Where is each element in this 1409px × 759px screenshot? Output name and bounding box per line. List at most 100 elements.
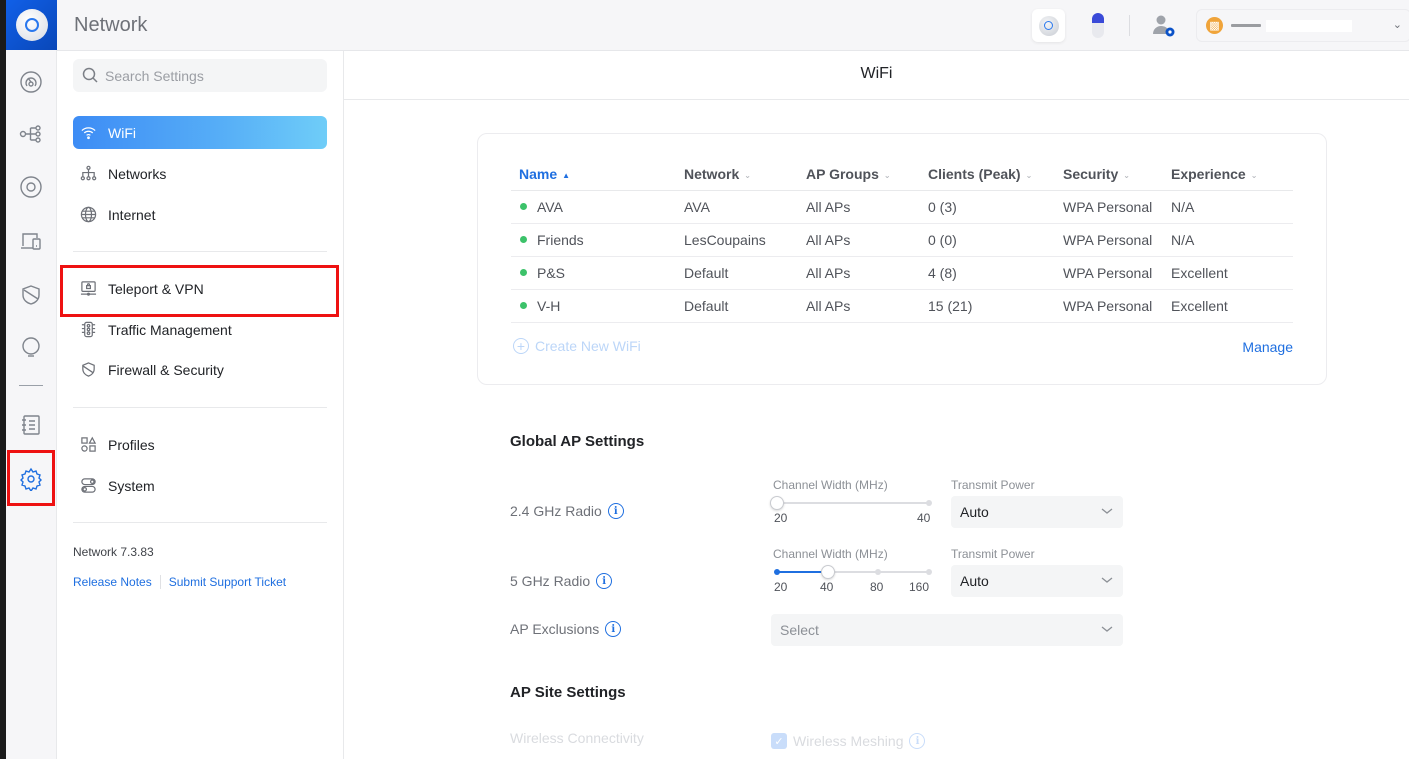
column-header-experience[interactable]: Experience ⌄ (1171, 158, 1293, 191)
shield-icon (79, 361, 97, 379)
bulb-icon[interactable] (18, 335, 44, 361)
camera-icon[interactable] (1092, 13, 1104, 38)
sidebar-item-label: System (108, 477, 155, 494)
sidebar-item-traffic-management[interactable]: Traffic Management (73, 313, 327, 346)
status-dot (520, 269, 527, 277)
slider-tick-label: 40 (917, 511, 931, 525)
wireless-meshing-checkbox[interactable]: ✓ Wireless Meshing i (771, 733, 926, 749)
radio-5-label: 5 GHz Radio i (510, 573, 613, 589)
sidebar-item-label: Traffic Management (108, 321, 232, 338)
globe-icon: ▩ (1206, 17, 1223, 34)
footer-links: Release Notes Submit Support Ticket (73, 575, 286, 589)
settings-sidebar: WiFi Networks Internet Teleport & VPN Tr… (57, 51, 344, 759)
global-ap-settings-heading: Global AP Settings (510, 433, 645, 450)
sidebar-divider (73, 251, 327, 252)
wifi-ap-groups: All APs (806, 223, 928, 257)
sidebar-item-system[interactable]: System (73, 469, 327, 502)
slider-tick-label: 20 (774, 511, 788, 525)
chevron-down-icon (1101, 573, 1113, 583)
table-row[interactable]: P&S Default All APs 4 (8) WPA Personal E… (511, 256, 1293, 290)
slider-thumb[interactable] (820, 565, 835, 579)
manage-link[interactable]: Manage (1242, 339, 1293, 355)
table-row[interactable]: AVA AVA All APs 0 (3) WPA Personal N/A (511, 190, 1293, 224)
globe-icon (79, 206, 97, 224)
channel-width-label-5: Channel Width (MHz) (773, 547, 888, 561)
rail-divider (19, 385, 43, 386)
table-row[interactable]: Friends LesCoupains All APs 0 (0) WPA Pe… (511, 223, 1293, 257)
sidebar-item-label: Profiles (108, 436, 155, 453)
chevron-down-icon: ⌄ (1250, 170, 1258, 180)
search-field[interactable] (73, 59, 327, 92)
wifi-network: AVA (684, 190, 806, 224)
create-new-wifi-label: Create New WiFi (535, 338, 641, 354)
page-title: WiFi (860, 65, 893, 82)
networks-icon (79, 165, 97, 183)
notebook-icon[interactable] (18, 412, 44, 438)
sidebar-item-networks[interactable]: Networks (73, 157, 327, 190)
devices-icon[interactable] (18, 174, 44, 200)
transmit-power-select-24[interactable]: Auto (951, 496, 1123, 528)
create-new-wifi-button[interactable]: + Create New WiFi (513, 338, 641, 354)
links-divider (159, 575, 161, 589)
ap-exclusions-select[interactable]: Select (771, 614, 1123, 646)
shield-icon[interactable] (18, 282, 44, 308)
wifi-security: WPA Personal (1063, 289, 1171, 323)
site-name-redacted-2 (1266, 20, 1352, 32)
status-dot (520, 302, 527, 310)
release-notes-link[interactable]: Release Notes (73, 575, 152, 589)
access-point-icon[interactable] (1032, 9, 1065, 42)
toggles-icon (79, 477, 97, 495)
slider-stop (774, 569, 780, 575)
wifi-network: Default (684, 256, 806, 290)
wifi-experience: N/A (1171, 223, 1293, 257)
unifi-logo[interactable] (6, 0, 57, 50)
column-header-security[interactable]: Security ⌄ (1063, 158, 1171, 191)
slider-stop (875, 569, 882, 575)
wifi-icon (79, 124, 97, 142)
ap-site-settings-heading: AP Site Settings (510, 684, 626, 701)
sidebar-item-firewall-security[interactable]: Firewall & Security (73, 353, 327, 386)
wireless-connectivity-label: Wireless Connectivity (510, 730, 644, 746)
column-header-clients[interactable]: Clients (Peak) ⌄ (928, 158, 1063, 191)
admin-settings-icon[interactable] (1151, 13, 1177, 39)
table-row[interactable]: V-H Default All APs 15 (21) WPA Personal… (511, 289, 1293, 323)
column-header-network[interactable]: Network ⌄ (684, 158, 806, 191)
ap-exclusions-label: AP Exclusions i (510, 621, 622, 637)
sidebar-item-internet[interactable]: Internet (73, 198, 327, 231)
sidebar-item-profiles[interactable]: Profiles (73, 428, 327, 461)
info-icon[interactable]: i (909, 733, 926, 749)
chevron-down-icon (1101, 622, 1113, 632)
site-name-redacted (1231, 24, 1261, 27)
checkbox-checked-icon[interactable]: ✓ (771, 733, 787, 749)
table-header-row: Name ▲ Network ⌄ AP Groups ⌄ Clients (Peak)… (511, 158, 1293, 191)
support-ticket-link[interactable]: Submit Support Ticket (169, 575, 286, 589)
channel-width-slider-24[interactable] (770, 496, 932, 510)
topology-icon[interactable] (18, 121, 44, 147)
wifi-ap-groups: All APs (806, 190, 928, 224)
wifi-name: AVA (537, 198, 563, 215)
channel-width-slider-5[interactable] (774, 565, 932, 579)
info-icon[interactable]: i (605, 621, 622, 637)
sidebar-item-wifi[interactable]: WiFi (73, 116, 327, 149)
clients-icon[interactable] (18, 228, 44, 254)
wifi-table: Name ▲ Network ⌄ AP Groups ⌄ Clients (Peak)… (511, 158, 1293, 323)
chevron-down-icon: ⌄ (883, 170, 891, 180)
app-rail (6, 0, 57, 759)
info-icon[interactable]: i (607, 503, 624, 519)
info-icon[interactable]: i (596, 573, 613, 589)
radio-24-label: 2.4 GHz Radio i (510, 503, 624, 519)
transmit-power-select-5[interactable]: Auto (951, 565, 1123, 597)
dashboard-icon[interactable] (18, 69, 44, 95)
sidebar-item-label: WiFi (108, 124, 136, 141)
wifi-security: WPA Personal (1063, 190, 1171, 224)
wifi-security: WPA Personal (1063, 256, 1171, 290)
search-input[interactable] (105, 59, 320, 92)
column-header-name[interactable]: Name ▲ (511, 158, 684, 191)
column-header-ap-groups[interactable]: AP Groups ⌄ (806, 158, 928, 191)
slider-thumb[interactable] (770, 496, 784, 510)
site-selector[interactable]: ▩ ⌄ (1196, 9, 1409, 42)
slider-stop (926, 569, 932, 575)
settings-highlight-box (7, 450, 55, 506)
teleport-vpn-highlight-box (60, 265, 339, 317)
slider-stop (926, 500, 932, 506)
